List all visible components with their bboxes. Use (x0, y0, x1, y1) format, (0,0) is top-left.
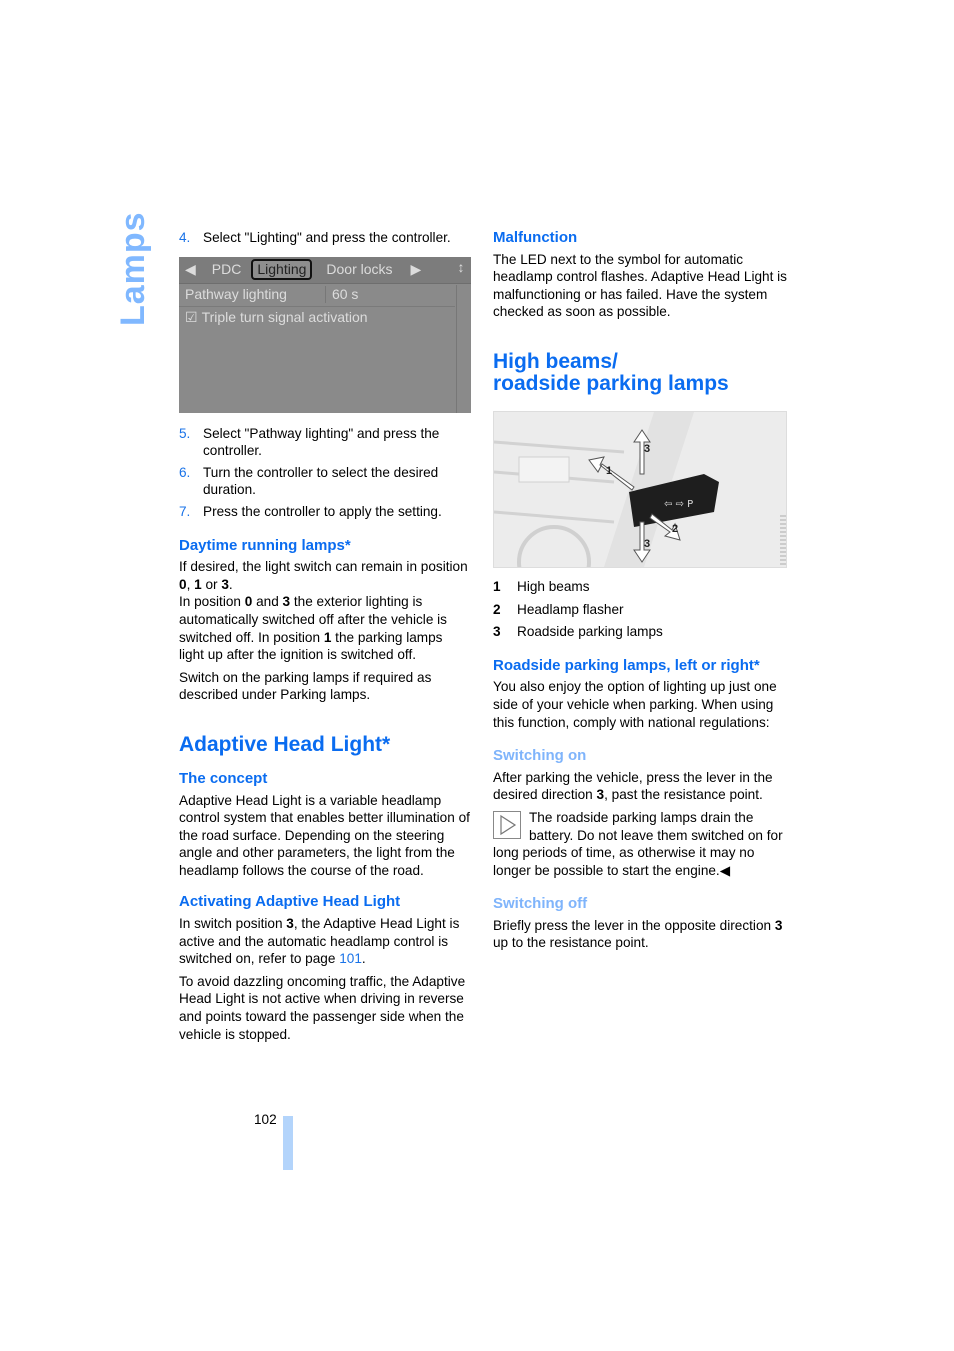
step-4: 4. Select "Lighting" and press the contr… (179, 230, 451, 245)
daytime-running-heading: Daytime running lamps* (179, 536, 351, 554)
legend-item-3: 3 Roadside parking lamps (493, 624, 663, 640)
drl-paragraph-1: If desired, the light switch can remain … (179, 559, 468, 592)
activating-paragraph-1: In switch position 3, the Adaptive Head … (179, 916, 460, 967)
drl-paragraph-2: In position 0 and 3 the exterior lightin… (179, 594, 447, 663)
idrive-screen: ◀ PDC Lighting Door locks ▶ ↕ Pathway li… (179, 256, 471, 413)
tab-pdc: PDC (211, 260, 242, 277)
scrollbar (456, 284, 467, 413)
switching-off-text: Briefly press the lever in the opposite … (493, 917, 783, 951)
arrow-right-icon: ▶ (410, 260, 422, 277)
arrow-left-icon: ◀ (185, 260, 196, 277)
checkbox-checked-icon: ☑ (185, 308, 198, 325)
page-101-link[interactable]: 101 (339, 951, 362, 966)
malfunction-text: The LED next to the symbol for automatic… (493, 251, 787, 320)
page-number: 102 (254, 1112, 277, 1127)
pathway-lighting-row: Pathway lighting 60 s (179, 284, 455, 307)
concept-text: Adaptive Head Light is a variable headla… (179, 792, 470, 878)
chapter-tab: Lamps (114, 211, 154, 328)
legend-item-2: 2 Headlamp flasher (493, 601, 624, 617)
switching-on-text: After parking the vehicle, press the lev… (493, 769, 773, 803)
svg-text:1: 1 (606, 465, 612, 477)
roadside-parking-text: You also enjoy the option of lighting up… (493, 679, 777, 730)
scroll-icon: ↕ (457, 258, 465, 275)
image-code (780, 514, 786, 565)
switching-off-heading: Switching off (493, 895, 588, 913)
step-7: 7. Press the controller to apply the set… (179, 503, 442, 519)
drl-paragraph-3: Switch on the parking lamps if required … (179, 669, 432, 703)
tab-door-locks: Door locks (326, 260, 393, 277)
page-marker-bar (283, 1116, 293, 1170)
high-beams-heading: High beams/ roadside parking lamps (493, 349, 729, 395)
concept-heading: The concept (179, 769, 268, 787)
tab-lighting: Lighting (251, 258, 313, 281)
step-5: 5. Select "Pathway lighting" and press t… (179, 425, 440, 459)
turn-signal-lever-illustration: ⇦ ⇨ P 1 3 3 2 (493, 410, 787, 568)
right-column: Malfunction The LED next to the symbol f… (493, 229, 793, 957)
svg-text:2: 2 (672, 523, 678, 535)
svg-text:3: 3 (644, 443, 650, 455)
end-mark-icon: ◀ (719, 862, 731, 878)
note-triangle-icon (493, 810, 521, 839)
lever-drawing: ⇦ ⇨ P 1 3 3 2 (494, 411, 786, 567)
svg-text:⇦ ⇨ P: ⇦ ⇨ P (664, 499, 693, 510)
adaptive-head-light-heading: Adaptive Head Light* (179, 732, 391, 756)
step-6: 6. Turn the controller to select the des… (179, 464, 439, 498)
screen-tabs: ◀ PDC Lighting Door locks ▶ (179, 256, 471, 284)
triple-turn-row: ☑ Triple turn signal activation (185, 308, 368, 325)
chapter-title: Lamps (114, 211, 152, 326)
left-column: 4. Select "Lighting" and press the contr… (179, 229, 471, 1048)
activating-heading: Activating Adaptive Head Light (179, 893, 401, 911)
switching-on-heading: Switching on (493, 747, 587, 765)
activating-paragraph-2: To avoid dazzling oncoming traffic, the … (179, 973, 466, 1042)
svg-text:3: 3 (644, 538, 650, 550)
roadside-parking-heading: Roadside parking lamps, left or right* (493, 656, 760, 674)
battery-note: The roadside parking lamps drain the bat… (493, 809, 783, 878)
malfunction-heading: Malfunction (493, 229, 578, 246)
legend-item-1: 1 High beams (493, 578, 590, 594)
